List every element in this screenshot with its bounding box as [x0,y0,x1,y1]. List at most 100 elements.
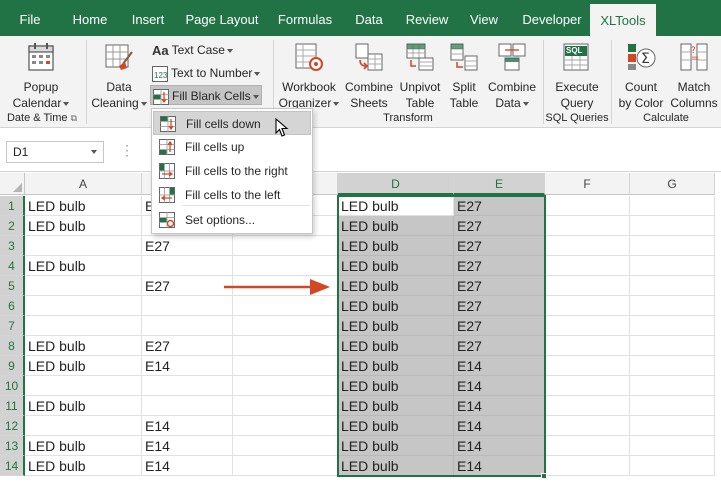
combine-data-button[interactable]: Combine Data [484,40,540,112]
cell-b13[interactable]: E14 [142,436,233,456]
tab-page-layout[interactable]: Page Layout [182,0,262,36]
unpivot-table-button[interactable]: Unpivot Table [396,40,444,112]
cell-b10[interactable] [142,376,233,396]
cell-f3[interactable] [545,236,630,256]
combine-sheets-button[interactable]: Combine Sheets [342,40,396,112]
cell-f7[interactable] [545,316,630,336]
row-header[interactable]: 9 [0,356,25,376]
chevron-down-icon[interactable] [91,150,97,154]
cell-f8[interactable] [545,336,630,356]
cell-c8[interactable] [233,336,338,356]
tab-insert[interactable]: Insert [125,0,171,36]
menu-item-fill-cells-up[interactable]: Fill cells up [153,135,311,159]
cell-b4[interactable] [142,256,233,276]
cell-g14[interactable] [630,456,715,476]
cell-f13[interactable] [545,436,630,456]
cell-d10[interactable]: LED bulb [338,376,454,396]
worksheet-grid[interactable]: A B C D E F G 1LED bulbE27LED bulbE272LE… [0,173,721,493]
cell-b11[interactable] [142,396,233,416]
cell-b7[interactable] [142,316,233,336]
cell-e9[interactable]: E14 [454,356,545,376]
cell-d4[interactable]: LED bulb [338,256,454,276]
row-header[interactable]: 2 [0,216,25,236]
cell-g6[interactable] [630,296,715,316]
cell-c6[interactable] [233,296,338,316]
cell-a1[interactable]: LED bulb [25,196,142,216]
cell-f12[interactable] [545,416,630,436]
column-header-d[interactable]: D [338,173,454,195]
cell-d12[interactable]: LED bulb [338,416,454,436]
cell-g7[interactable] [630,316,715,336]
column-header-f[interactable]: F [545,173,630,195]
cell-c3[interactable] [233,236,338,256]
cell-e6[interactable]: E27 [454,296,545,316]
column-header-g[interactable]: G [630,173,715,195]
cell-c9[interactable] [233,356,338,376]
workbook-organizer-button[interactable]: Workbook Organizer [276,40,342,112]
cell-c10[interactable] [233,376,338,396]
column-header-e[interactable]: E [454,173,545,195]
cell-a3[interactable] [25,236,142,256]
cell-g3[interactable] [630,236,715,256]
column-header-a[interactable]: A [25,173,142,195]
cell-a11[interactable]: LED bulb [25,396,142,416]
cell-g1[interactable] [630,196,715,216]
cell-a7[interactable] [25,316,142,336]
cell-a8[interactable]: LED bulb [25,336,142,356]
cell-g2[interactable] [630,216,715,236]
cell-e1[interactable]: E27 [454,196,545,216]
cell-f2[interactable] [545,216,630,236]
cell-c14[interactable] [233,456,338,476]
cell-d13[interactable]: LED bulb [338,436,454,456]
cell-b12[interactable]: E14 [142,416,233,436]
row-header[interactable]: 11 [0,396,25,416]
menu-item-fill-cells-left[interactable]: Fill cells to the left [153,183,311,207]
cell-b5[interactable]: E27 [142,276,233,296]
cell-c13[interactable] [233,436,338,456]
row-header[interactable]: 10 [0,376,25,396]
menu-item-set-options[interactable]: Set options... [153,208,311,232]
cell-a6[interactable] [25,296,142,316]
cell-g5[interactable] [630,276,715,296]
cell-e5[interactable]: E27 [454,276,545,296]
count-by-color-button[interactable]: Σ Count by Color [614,40,668,112]
cell-e13[interactable]: E14 [454,436,545,456]
name-box[interactable]: D1 [6,141,104,163]
cell-a12[interactable] [25,416,142,436]
execute-query-button[interactable]: SQL Execute Query [546,40,608,112]
match-columns-button[interactable]: = ? Match Columns [668,40,720,112]
popup-calendar-button[interactable]: Popup Calendar [6,40,76,112]
cell-c4[interactable] [233,256,338,276]
cell-g13[interactable] [630,436,715,456]
cell-a14[interactable]: LED bulb [25,456,142,476]
cell-f10[interactable] [545,376,630,396]
cell-g4[interactable] [630,256,715,276]
cell-b6[interactable] [142,296,233,316]
tab-formulas[interactable]: Formulas [273,0,337,36]
cell-g12[interactable] [630,416,715,436]
cell-g9[interactable] [630,356,715,376]
row-header[interactable]: 4 [0,256,25,276]
cell-d11[interactable]: LED bulb [338,396,454,416]
cell-g8[interactable] [630,336,715,356]
cell-c12[interactable] [233,416,338,436]
row-header[interactable]: 5 [0,276,25,296]
cell-e11[interactable]: E14 [454,396,545,416]
cell-e14[interactable]: E14 [454,456,545,476]
tab-data[interactable]: Data [348,0,390,36]
cell-f11[interactable] [545,396,630,416]
cell-d2[interactable]: LED bulb [338,216,454,236]
cell-b3[interactable]: E27 [142,236,233,256]
cell-b9[interactable]: E14 [142,356,233,376]
tab-home[interactable]: Home [65,0,115,36]
split-table-button[interactable]: Split Table [444,40,484,112]
cell-b14[interactable]: E14 [142,456,233,476]
cell-e7[interactable]: E27 [454,316,545,336]
cell-e8[interactable]: E27 [454,336,545,356]
cell-a9[interactable]: LED bulb [25,356,142,376]
cell-f9[interactable] [545,356,630,376]
cell-a5[interactable] [25,276,142,296]
row-header[interactable]: 7 [0,316,25,336]
data-cleaning-button[interactable]: Data Cleaning [88,40,150,112]
cell-e12[interactable]: E14 [454,416,545,436]
